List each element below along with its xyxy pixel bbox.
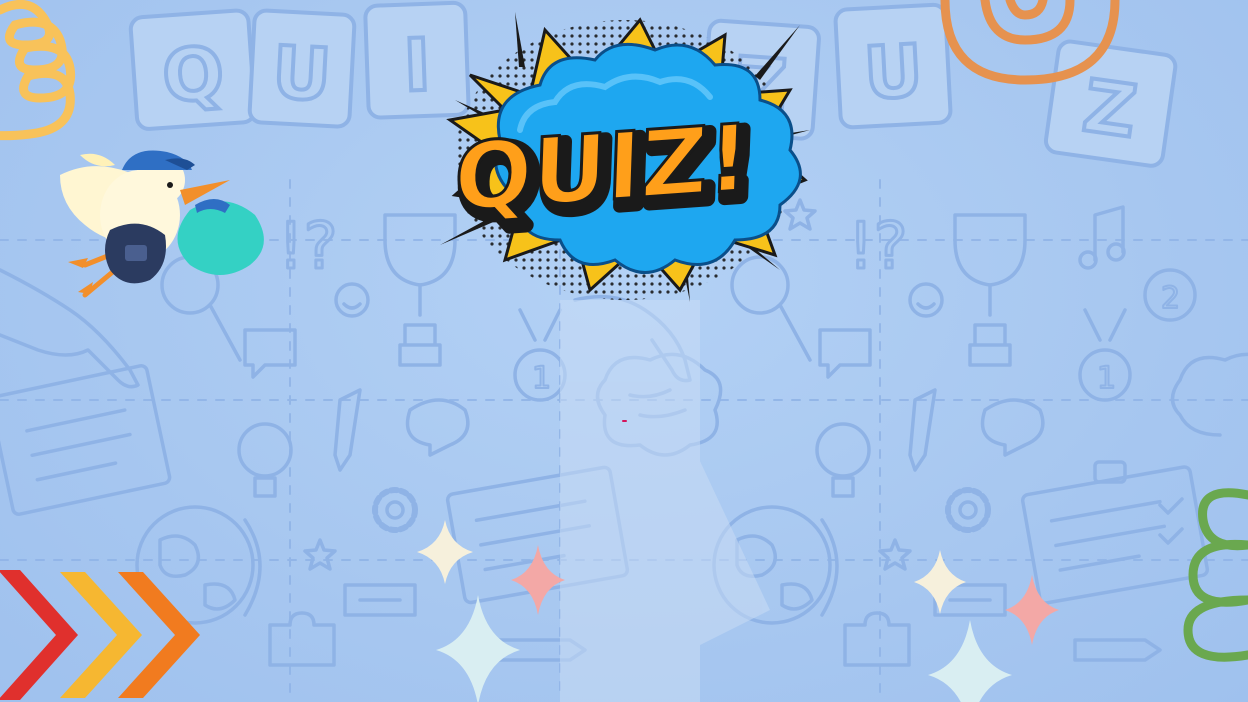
quiz-title-fill: QUIZ! [453,103,752,232]
quiz-scene: Q U I Z U Z [0,0,1248,702]
mouse-cursor-speck [622,420,627,422]
quiz-burst-logo: QUIZ! QUIZ! [440,12,810,302]
